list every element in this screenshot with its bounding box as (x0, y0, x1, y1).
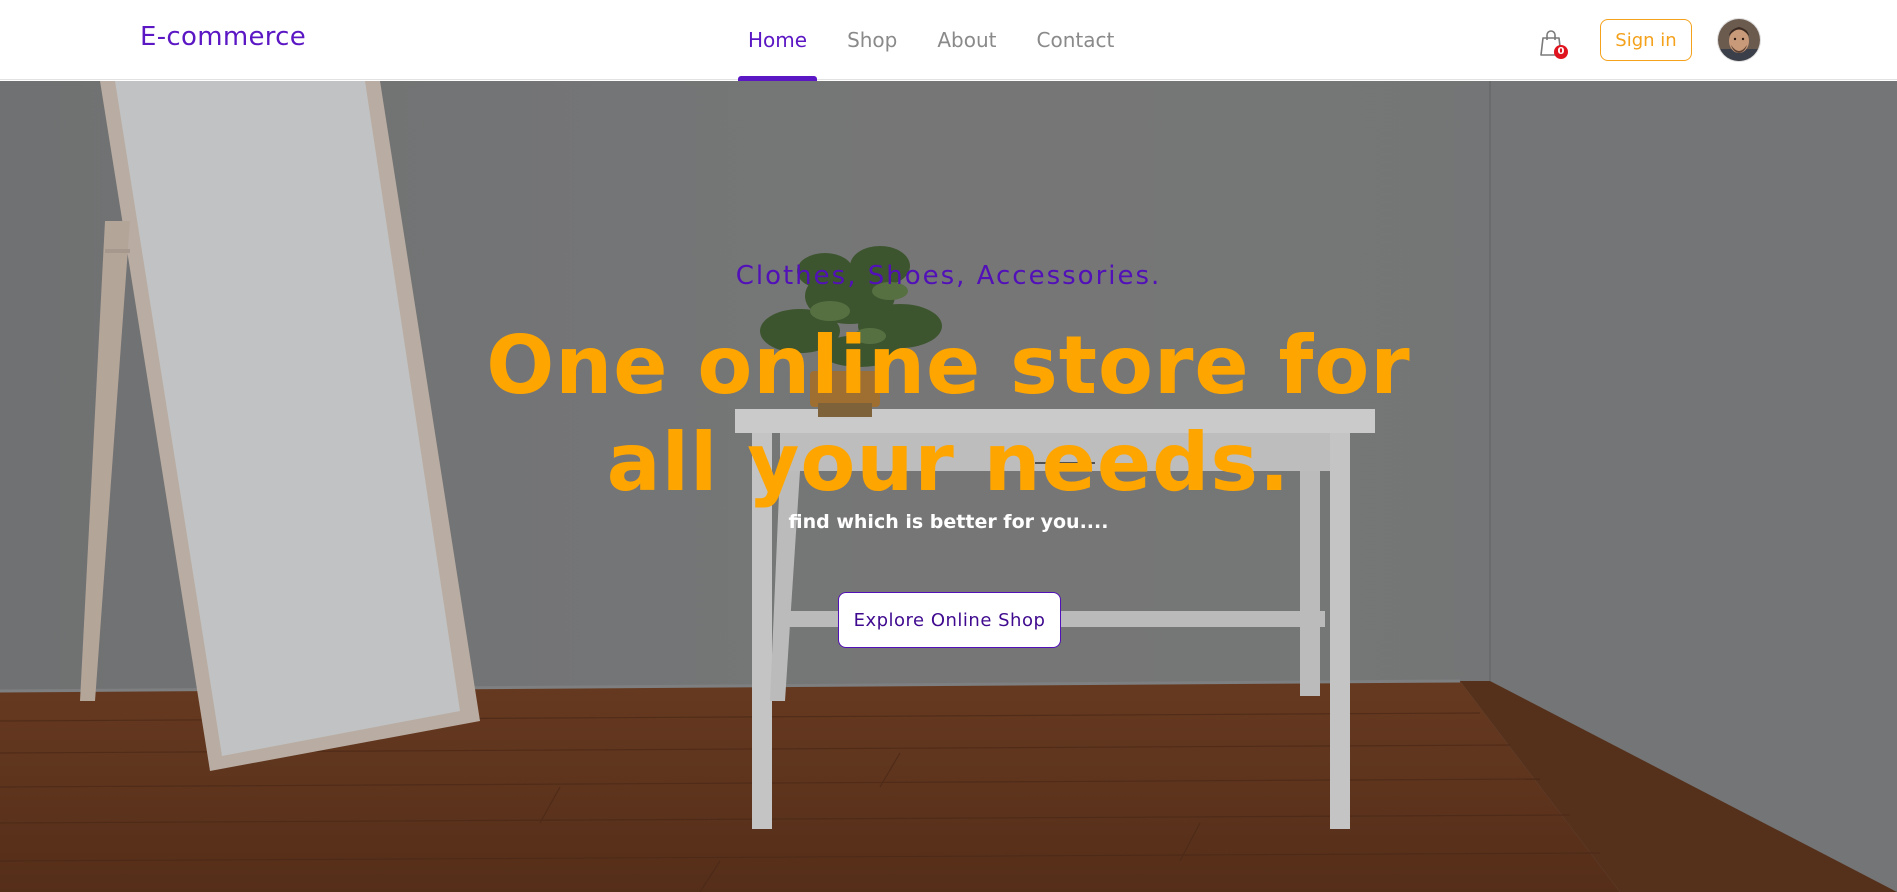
explore-online-shop-button[interactable]: Explore Online Shop (838, 592, 1061, 648)
nav-link-contact[interactable]: Contact (1027, 0, 1125, 80)
sign-in-button[interactable]: Sign in (1600, 19, 1692, 61)
nav-link-about[interactable]: About (927, 0, 1006, 80)
nav-link-shop[interactable]: Shop (837, 0, 907, 80)
hero-tagline: Clothes, Shoes, Accessories. (735, 261, 1162, 291)
main-nav: Home Shop About Contact (728, 0, 1134, 81)
hero-subtitle: find which is better for you.... (788, 511, 1109, 533)
cart-count-badge: 0 (1554, 45, 1568, 59)
hero-section: Clothes, Shoes, Accessories. One online … (0, 81, 1897, 892)
avatar-image (1718, 19, 1760, 61)
nav-link-home[interactable]: Home (738, 0, 818, 81)
user-avatar[interactable] (1718, 19, 1760, 61)
brand-logo[interactable]: E-commerce (140, 22, 306, 52)
hero-headline: One online store for all your needs. (486, 319, 1411, 509)
navbar: E-commerce Home Shop About Contact 0 Sig… (0, 0, 1897, 81)
cart-button[interactable]: 0 (1538, 28, 1568, 59)
